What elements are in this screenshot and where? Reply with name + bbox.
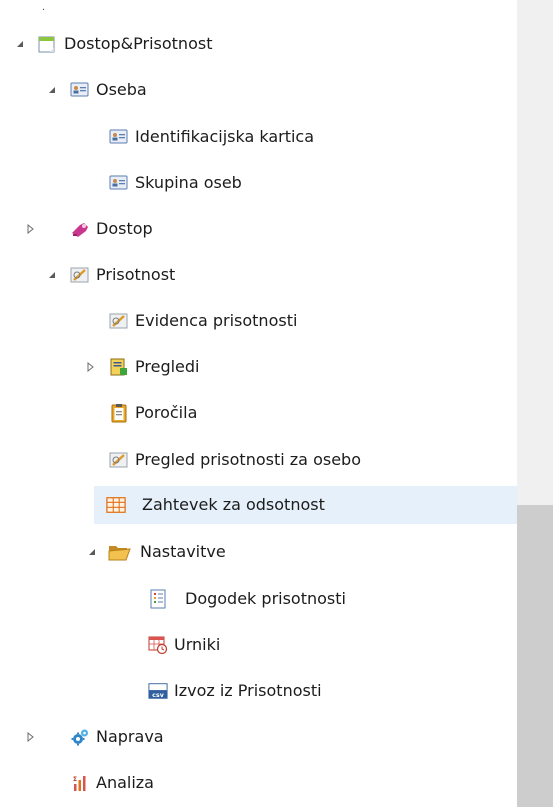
tree-node-zahtevek-za-odsotnost[interactable]: Zahtevek za odsotnost <box>94 486 517 524</box>
tree-node-nastavitve[interactable]: Nastavitve <box>0 535 517 569</box>
tree-node-skupina-oseb[interactable]: Skupina oseb <box>0 166 517 200</box>
grid-table-icon <box>106 495 126 515</box>
tree-node-dostop-prisotnost[interactable]: Dostop&Prisotnost <box>0 27 517 61</box>
tree-node-identifikacijska-kartica[interactable]: Identifikacijska kartica <box>0 120 517 154</box>
folder-open-icon <box>108 542 132 562</box>
svg-text:Σ: Σ <box>73 776 77 783</box>
tree-node-label: Oseba <box>96 80 147 99</box>
id-card-icon <box>109 127 129 147</box>
calendar-icon <box>37 34 57 54</box>
scrollbar-thumb[interactable] <box>517 505 553 807</box>
schedule-icon <box>148 635 168 655</box>
svg-text:csv: csv <box>152 692 165 699</box>
attendance-icon <box>109 450 129 470</box>
attendance-icon <box>70 265 90 285</box>
tree-node-label: Identifikacijska kartica <box>135 127 315 146</box>
tree-node-label: Analiza <box>96 773 154 792</box>
tree-node-label: Dostop <box>96 219 153 238</box>
tree-node-dostop[interactable]: Dostop <box>0 212 517 246</box>
collapsed-arrow-icon[interactable] <box>24 212 36 246</box>
report-view-icon <box>109 357 129 377</box>
tree-node-evidenca-prisotnosti[interactable]: Evidenca prisotnosti <box>0 304 517 338</box>
attendance-icon <box>109 311 129 331</box>
navigation-tree: · Dostop&Prisotnost Oseba Identifikacijs… <box>0 0 517 807</box>
tree-node-oseba[interactable]: Oseba <box>0 73 517 107</box>
tree-node-prisotnost[interactable]: Prisotnost <box>0 258 517 292</box>
tree-node-label: Prisotnost <box>96 265 176 284</box>
tree-node-label: Nastavitve <box>140 542 226 561</box>
event-list-icon <box>148 589 168 609</box>
tree-node-label: Zahtevek za odsotnost <box>142 495 325 514</box>
tree-node-label: Izvoz iz Prisotnosti <box>174 681 322 700</box>
tree-node-label: Dogodek prisotnosti <box>185 589 346 608</box>
id-card-icon <box>70 80 90 100</box>
collapsed-arrow-icon[interactable] <box>84 350 96 384</box>
tree-node-label: Urniki <box>174 635 221 654</box>
tree-node-label: Pregled prisotnosti za osebo <box>135 450 361 469</box>
tree-node-label: Evidenca prisotnosti <box>135 311 298 330</box>
clipboard-icon <box>109 403 129 423</box>
key-icon <box>70 219 90 239</box>
collapsed-arrow-icon[interactable] <box>24 720 36 754</box>
tree-node-analiza[interactable]: Σ Analiza <box>0 766 517 800</box>
tree-node-urniki[interactable]: Urniki <box>0 628 517 662</box>
tree-node-label: Skupina oseb <box>135 173 242 192</box>
top-marker: · <box>42 5 46 16</box>
tree-node-label: Dostop&Prisotnost <box>64 34 213 53</box>
expanded-arrow-icon[interactable] <box>46 73 58 107</box>
tree-node-label: Poročila <box>135 403 198 422</box>
analysis-chart-icon: Σ <box>70 773 90 793</box>
expanded-arrow-icon[interactable] <box>46 258 58 292</box>
tree-node-label: Naprava <box>96 727 164 746</box>
csv-icon: csv <box>148 681 168 701</box>
tree-node-label: Pregledi <box>135 357 200 376</box>
tree-node-naprava[interactable]: Naprava <box>0 720 517 754</box>
id-card-icon <box>109 173 129 193</box>
tree-node-pregledi[interactable]: Pregledi <box>0 350 517 384</box>
expanded-arrow-icon[interactable] <box>86 535 98 569</box>
tree-node-izvoz-iz-prisotnosti[interactable]: csv Izvoz iz Prisotnosti <box>0 674 517 708</box>
tree-node-pregled-prisotnosti-za-osebo[interactable]: Pregled prisotnosti za osebo <box>0 443 517 477</box>
tree-node-dogodek-prisotnosti[interactable]: Dogodek prisotnosti <box>0 582 517 616</box>
tree-node-porocila[interactable]: Poročila <box>0 396 517 430</box>
gears-icon <box>70 727 90 747</box>
expanded-arrow-icon[interactable] <box>14 27 26 61</box>
